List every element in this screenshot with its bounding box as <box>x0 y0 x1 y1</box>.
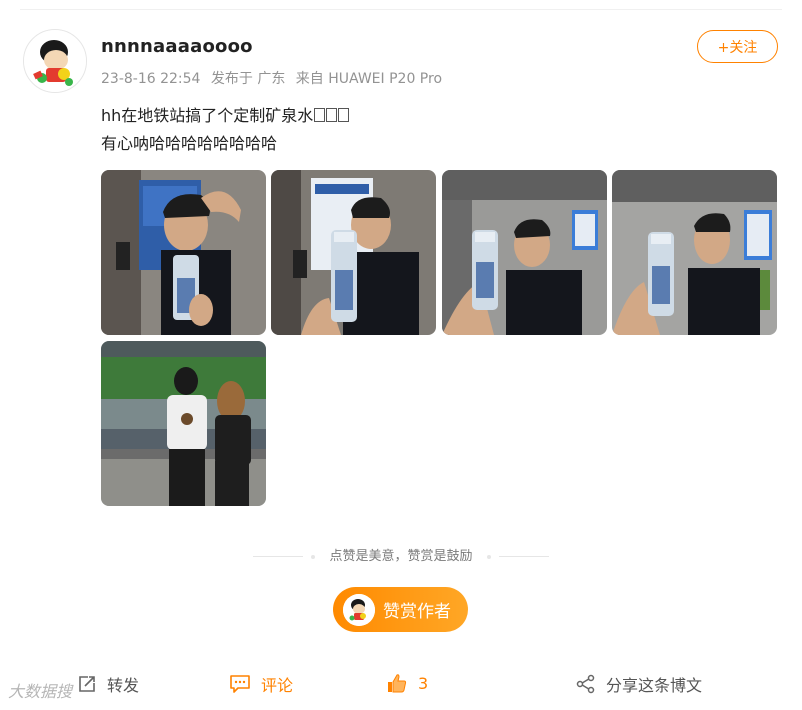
divider-dot-right <box>486 554 491 559</box>
missing-glyph-icon <box>338 108 350 122</box>
follow-label: +关注 <box>717 39 758 56</box>
divider-dot-left <box>311 554 316 559</box>
avatar <box>343 593 375 626</box>
post-image-2[interactable] <box>271 170 436 335</box>
thumb-up-icon <box>388 674 407 693</box>
post-text: hh在地铁站搞了个定制矿泉水 有心呐哈哈哈哈哈哈哈哈 <box>101 102 350 158</box>
post-image-5[interactable] <box>101 341 266 506</box>
post-image-4[interactable] <box>612 170 777 335</box>
like-button[interactable]: 3 <box>386 672 428 694</box>
repost-icon <box>79 676 95 692</box>
post-image-1[interactable] <box>101 170 266 335</box>
repost-label: 转发 <box>107 676 140 695</box>
missing-glyph-icon <box>314 108 326 122</box>
comment-label: 评论 <box>261 676 294 695</box>
post-image-3[interactable] <box>442 170 607 335</box>
share-button[interactable]: 分享这条博文 <box>576 672 702 696</box>
share-icon <box>576 674 595 694</box>
avatar[interactable] <box>23 29 87 93</box>
missing-glyph-icon <box>326 108 338 122</box>
comment-icon <box>230 675 250 693</box>
watermark: 大数据搜 <box>8 682 73 701</box>
post-location: 发布于 广东 <box>210 71 286 87</box>
reward-hint-text: 点赞是美意，赞赏是鼓励 <box>329 549 473 564</box>
divider-left <box>253 556 304 557</box>
post-meta: 23-8-16 22:54 发布于 广东 来自 HUAWEI P20 Pro <box>101 68 448 88</box>
post-text-line-1: hh在地铁站搞了个定制矿泉水 <box>101 102 350 130</box>
post-text-line-2: 有心呐哈哈哈哈哈哈哈哈 <box>101 134 278 153</box>
reward-hint: 点赞是美意，赞赏是鼓励 <box>0 545 802 564</box>
reward-button-label: 赞赏作者 <box>383 602 451 622</box>
divider-right <box>498 556 549 557</box>
follow-button[interactable]: +关注 <box>697 30 778 63</box>
comment-button[interactable]: 评论 <box>229 672 293 696</box>
post-source: 来自 HUAWEI P20 Pro <box>295 71 443 87</box>
share-label: 分享这条博文 <box>606 676 703 695</box>
reward-author-button[interactable]: 赞赏作者 <box>333 587 468 632</box>
like-count: 3 <box>418 673 429 693</box>
username[interactable]: nnnnaaaaoooo <box>101 36 253 57</box>
post-date[interactable]: 23-8-16 22:54 <box>101 71 200 87</box>
repost-button[interactable]: 转发 <box>77 672 139 696</box>
top-divider <box>20 9 782 10</box>
